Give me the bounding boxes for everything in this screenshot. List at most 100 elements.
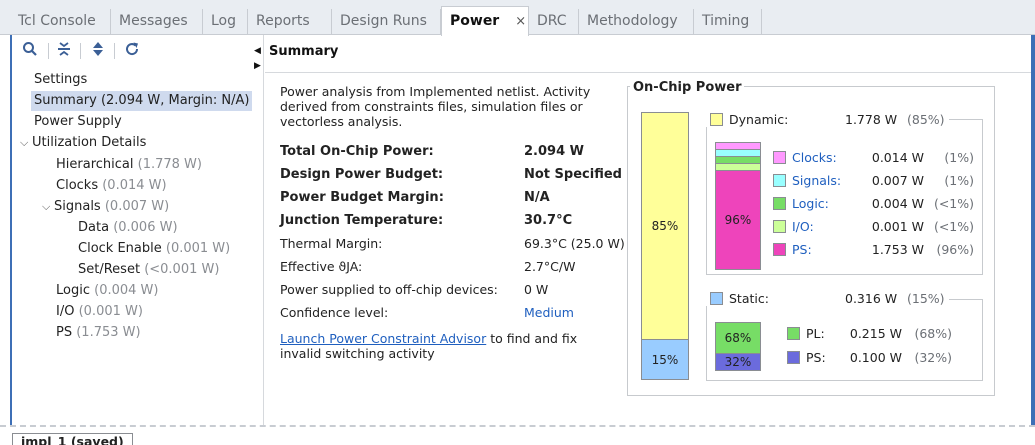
dynamic-breakdown-bar: 96% [715,142,761,270]
tree-item-label: Summary (2.094 W, Margin: N/A) [34,93,250,108]
row-value: 2.7°C/W [524,259,576,274]
legend-watts: 0.014 W [871,150,924,165]
static-summary: Static: 0.316 W (15%) [706,291,949,306]
row-value: 30.7°C [524,213,573,228]
summary-row: Effective ϑJA: 2.7°C/W [280,259,575,274]
tab-tcl-console[interactable]: Tcl Console [10,9,111,35]
legend-logic: Logic: 0.004 W (<1%) [773,196,974,211]
row-label: Confidence level: [280,305,389,320]
tree-item-clocks[interactable]: Clocks (0.014 W) [56,176,167,196]
search-icon[interactable] [20,41,40,61]
row-label: Power Budget Margin: [280,190,444,205]
expand-right-icon[interactable]: ▶ [254,61,261,71]
io-segment [716,164,760,171]
tree-item-summary[interactable]: Summary (2.094 W, Margin: N/A) [31,91,253,111]
tree-item-power-supply[interactable]: Power Supply [34,112,122,132]
tab-timing[interactable]: Timing [694,9,762,35]
legend-name: PS: [806,350,826,365]
tree-item-label: Signals [54,199,101,214]
collapse-all-icon[interactable] [54,41,74,61]
tree-item-clock-enable[interactable]: Clock Enable (0.001 W) [78,239,230,259]
tree-item-utilization-details[interactable]: ⌵ Utilization Details [20,133,146,153]
tree-item-value: (1.753 W) [76,325,141,340]
legend-ps: PS: 1.753 W (96%) [773,242,974,257]
legend-watts: 1.753 W [871,242,924,257]
legend-signals: Signals: 0.007 W (1%) [773,173,974,188]
ps-segment: 96% [716,171,760,269]
legend-percent: (96%) [936,242,974,257]
expand-all-icon[interactable] [88,41,108,61]
dynamic-bar-segment: 85% [642,113,688,339]
tree-item-set-reset[interactable]: Set/Reset (<0.001 W) [78,260,219,280]
row-label: Design Power Budget: [280,167,444,182]
legend-watts: 0.007 W [871,173,924,188]
summary-row: Design Power Budget: Not Specified [280,167,622,182]
tab-impl-1[interactable]: impl_1 (saved) [12,433,133,445]
static-label: Static: [729,291,769,306]
dynamic-percent: (85%) [907,112,945,127]
tab-power[interactable]: Power × [441,6,529,36]
signals-link[interactable]: Signals: [792,173,854,188]
summary-row: Junction Temperature: 30.7°C [280,213,572,228]
close-icon[interactable]: × [515,14,526,29]
legend-io: I/O: 0.001 W (<1%) [773,219,974,234]
advisor-text: Launch Power Constraint Advisor to find … [280,331,600,361]
dynamic-summary: Dynamic: 1.778 W (85%) [706,112,949,127]
color-swatch [773,174,786,187]
static-breakdown-bar: 68% 32% [715,322,761,371]
color-swatch [710,292,723,305]
pl-segment: 68% [716,323,760,354]
dynamic-power-box: 96% Clocks: 0.014 W (1%) Signals: 0.007 W (1… [706,119,983,275]
chevron-down-icon[interactable]: ⌵ [42,197,54,217]
tab-design-runs[interactable]: Design Runs [332,9,441,35]
tree-item-label: Utilization Details [32,135,147,150]
tree-item-label: I/O [56,304,75,319]
refresh-icon[interactable] [122,41,142,61]
dynamic-label: Dynamic: [729,112,789,127]
row-label: Total On-Chip Power: [280,144,434,159]
tab-reports[interactable]: Reports [248,9,332,35]
tab-messages[interactable]: Messages [111,9,203,35]
tab-power-label: Power [450,13,500,29]
confidence-level-link[interactable]: Medium [524,305,574,320]
chevron-down-icon[interactable]: ⌵ [20,133,32,153]
legend-percent: (<1%) [933,196,974,211]
legend-watts: 0.001 W [871,219,924,234]
tree-item-hierarchical[interactable]: Hierarchical (1.778 W) [56,155,202,175]
tree-item-logic[interactable]: Logic (0.004 W) [56,281,158,301]
io-link[interactable]: I/O: [792,219,854,234]
row-value: Not Specified [524,167,622,182]
logic-link[interactable]: Logic: [792,196,854,211]
tree-item-signals[interactable]: ⌵ Signals (0.007 W) [42,197,169,217]
launch-power-constraint-advisor-link[interactable]: Launch Power Constraint Advisor [280,331,486,346]
tree-item-data[interactable]: Data (0.006 W) [78,218,178,238]
tab-methodology[interactable]: Methodology [579,9,694,35]
tree-item-ps[interactable]: PS (1.753 W) [56,323,141,343]
tree-item-value: (0.001 W) [165,241,231,256]
tree-item-value: (0.004 W) [94,283,159,298]
page-title: Summary [269,44,339,59]
static-percent: (15%) [907,291,945,306]
static-watts: 0.316 W [845,291,898,306]
logic-segment [716,157,760,164]
panel-border [1031,35,1035,425]
clocks-link[interactable]: Clocks: [792,150,854,165]
legend-watts: 0.100 W [849,350,902,365]
tree-item-label: Power Supply [34,114,122,129]
summary-row: Total On-Chip Power: 2.094 W [280,144,584,159]
legend-percent: (32%) [914,350,952,365]
ps-link[interactable]: PS: [792,242,854,257]
tree-item-label: Clock Enable [78,241,162,256]
tree-item-io[interactable]: I/O (0.001 W) [56,302,143,322]
tab-drc[interactable]: DRC [529,9,579,35]
collapse-left-icon[interactable]: ◀ [254,46,261,56]
color-swatch [773,220,786,233]
tree-item-label: Set/Reset [78,262,141,277]
legend-watts: 0.215 W [849,326,902,341]
tree-item-settings[interactable]: Settings [34,70,87,90]
static-ps-percent-label: 32% [724,355,752,369]
color-swatch [773,197,786,210]
tree-item-label: Settings [34,72,88,87]
tab-log[interactable]: Log [203,9,248,35]
toolbar-separator [80,43,81,59]
